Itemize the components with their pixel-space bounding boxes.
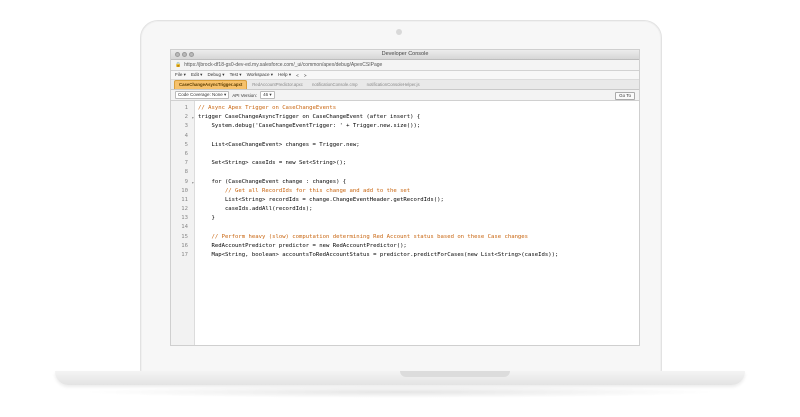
menu-help[interactable]: Help ▾ bbox=[278, 72, 291, 78]
lock-icon: 🔒 bbox=[175, 62, 182, 68]
fold-toggle-icon[interactable]: ▾ bbox=[192, 178, 194, 187]
code-line[interactable] bbox=[198, 168, 639, 177]
line-number-gutter: 1 2 ▾ 3 4 5 6 7 8 9 ▾ 10 11 12 13 14 15 16 17 bbox=[171, 101, 195, 345]
camera-dot bbox=[396, 29, 402, 35]
file-tabs: CaseChangeAsyncTrigger.apxt RedAccountPr… bbox=[171, 80, 639, 90]
code-line[interactable] bbox=[198, 132, 639, 141]
line-number-text: 8 bbox=[184, 169, 188, 176]
editor-toolbar: Code Coverage: None ▾ API Version: 46 ▾ … bbox=[171, 90, 639, 101]
code-line[interactable]: // Async Apex Trigger on CaseChangeEvent… bbox=[198, 104, 639, 113]
code-line[interactable]: RedAccountPredictor predictor = new RedA… bbox=[198, 242, 639, 251]
address-bar[interactable]: 🔒 https://jbrock-df18-gs0-dev-ed.my.sale… bbox=[171, 60, 639, 71]
line-number: 12 bbox=[171, 205, 194, 214]
code-line[interactable] bbox=[198, 223, 639, 232]
line-number-text: 6 bbox=[184, 150, 188, 157]
line-number-text: 12 bbox=[181, 206, 188, 213]
code-line[interactable] bbox=[198, 150, 639, 159]
line-number: 6 bbox=[171, 150, 194, 159]
line-number: 9 ▾ bbox=[171, 178, 194, 187]
line-number-text: 10 bbox=[181, 187, 188, 194]
code-line[interactable]: // Perform heavy (slow) computation dete… bbox=[198, 233, 639, 242]
laptop-base bbox=[55, 371, 745, 385]
line-number: 1 bbox=[171, 104, 194, 113]
window-title: Developer Console bbox=[381, 51, 429, 57]
code-editor[interactable]: 1 2 ▾ 3 4 5 6 7 8 9 ▾ 10 11 12 13 14 15 16 17 // Async Ape… bbox=[171, 101, 639, 345]
line-number-text: 9 bbox=[184, 178, 188, 185]
code-coverage-select[interactable]: Code Coverage: None ▾ bbox=[175, 91, 230, 99]
line-number: 5 bbox=[171, 141, 194, 150]
code-line[interactable]: for (CaseChangeEvent change : changes) { bbox=[198, 178, 639, 187]
code-line[interactable]: System.debug('CaseChangeEventTrigger: ' … bbox=[198, 122, 639, 131]
code-line[interactable]: // Get all RecordIds for this change and… bbox=[198, 187, 639, 196]
line-number-text: 4 bbox=[184, 132, 188, 139]
menu-bar: File ▾ Edit ▾ Debug ▾ Test ▾ Workspace ▾… bbox=[171, 71, 639, 80]
developer-console-window: Developer Console 🔒 https://jbrock-df18-… bbox=[170, 49, 640, 346]
fold-toggle-icon[interactable]: ▾ bbox=[192, 113, 194, 122]
tab-redaccountpredictor[interactable]: RedAccountPredictor.apxc bbox=[248, 81, 307, 89]
line-number-text: 5 bbox=[184, 141, 188, 148]
tab-casechangeasynctrigger[interactable]: CaseChangeAsyncTrigger.apxt bbox=[174, 80, 248, 89]
line-number-text: 11 bbox=[181, 196, 188, 203]
line-number: 7 bbox=[171, 159, 194, 168]
api-version-select[interactable]: 46 ▾ bbox=[260, 91, 275, 99]
line-number: 16 bbox=[171, 242, 194, 251]
api-version-label: API Version: bbox=[232, 92, 258, 98]
code-line[interactable]: List<CaseChangeEvent> changes = Trigger.… bbox=[198, 141, 639, 150]
tab-notificationconsole[interactable]: notificationConsole.cmp bbox=[308, 81, 362, 89]
line-number-text: 3 bbox=[184, 123, 188, 130]
code-line[interactable]: List<String> recordIds = change.ChangeEv… bbox=[198, 196, 639, 205]
tab-notificationconsolehelper[interactable]: notificationConsoleHelper.js bbox=[363, 81, 424, 89]
nav-back-button[interactable]: < bbox=[296, 73, 299, 78]
code-line[interactable]: Set<String> caseIds = new Set<String>(); bbox=[198, 159, 639, 168]
go-to-button[interactable]: Go To bbox=[615, 91, 635, 100]
laptop-shadow bbox=[80, 386, 720, 398]
menu-file[interactable]: File ▾ bbox=[175, 72, 186, 78]
line-number: 3 bbox=[171, 122, 194, 131]
menu-debug[interactable]: Debug ▾ bbox=[207, 72, 224, 78]
line-number-text: 14 bbox=[181, 224, 188, 231]
title-bar: Developer Console bbox=[171, 50, 639, 60]
menu-workspace[interactable]: Workspace ▾ bbox=[247, 72, 273, 78]
code-line[interactable]: caseIds.addAll(recordIds); bbox=[198, 205, 639, 214]
code-line[interactable]: Map<String, boolean> accountsToRedAccoun… bbox=[198, 251, 639, 260]
menu-test[interactable]: Test ▾ bbox=[230, 72, 242, 78]
line-number: 8 bbox=[171, 168, 194, 177]
line-number: 13 bbox=[171, 214, 194, 223]
line-number-text: 2 bbox=[184, 114, 188, 121]
line-number: 14 bbox=[171, 223, 194, 232]
nav-forward-button[interactable]: > bbox=[304, 73, 307, 78]
line-number-text: 13 bbox=[181, 215, 188, 222]
line-number-text: 16 bbox=[181, 242, 188, 249]
url-text[interactable]: https://jbrock-df18-gs0-dev-ed.my.salesf… bbox=[184, 62, 382, 68]
line-number: 10 bbox=[171, 187, 194, 196]
line-number: 4 bbox=[171, 132, 194, 141]
line-number: 17 bbox=[171, 251, 194, 260]
menu-edit[interactable]: Edit ▾ bbox=[191, 72, 203, 78]
line-number-text: 15 bbox=[181, 233, 188, 240]
line-number-text: 1 bbox=[184, 105, 188, 111]
line-number: 2 ▾ bbox=[171, 113, 194, 122]
laptop-notch bbox=[400, 371, 510, 377]
line-number: 15 bbox=[171, 233, 194, 242]
line-number: 11 bbox=[171, 196, 194, 205]
code-line[interactable]: } bbox=[198, 214, 639, 223]
line-number-text: 17 bbox=[181, 252, 188, 258]
code-line[interactable]: trigger CaseChangeAsyncTrigger on CaseCh… bbox=[198, 113, 639, 122]
line-number-text: 7 bbox=[184, 160, 188, 167]
code-area[interactable]: // Async Apex Trigger on CaseChangeEvent… bbox=[195, 101, 639, 345]
